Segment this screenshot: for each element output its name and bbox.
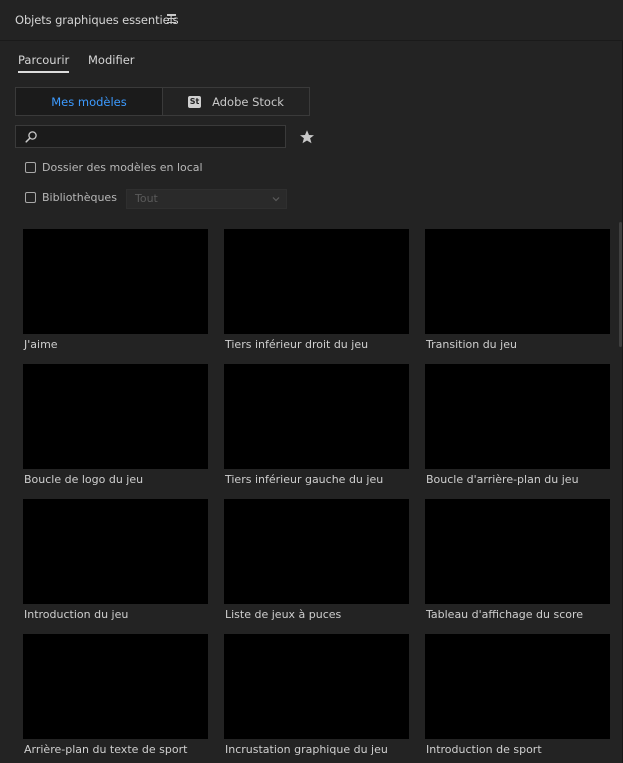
local-folder-filter: Dossier des modèles en local [25,161,203,174]
libraries-label: Bibliothèques [42,191,117,204]
scrollbar[interactable] [619,222,622,347]
template-label: Introduction du jeu [24,608,129,621]
template-thumbnail[interactable] [224,229,409,334]
template-thumbnail[interactable] [425,229,610,334]
template-card[interactable]: Arrière-plan du texte de sport [23,634,208,756]
tab-browse[interactable]: Parcourir [18,53,70,73]
my-templates-label: Mes modèles [51,94,127,109]
template-card[interactable]: Liste de jeux à puces [224,499,409,621]
template-thumbnail[interactable] [23,499,208,604]
search-box [15,125,286,148]
libraries-checkbox[interactable] [25,192,36,203]
template-label: Tiers inférieur droit du jeu [225,338,369,351]
template-thumbnail[interactable] [224,499,409,604]
hamburger-icon[interactable] [167,14,176,24]
libraries-select[interactable]: Tout [126,189,287,209]
template-label: Arrière-plan du texte de sport [24,743,188,756]
template-thumbnail[interactable] [23,634,208,739]
template-thumbnail[interactable] [425,499,610,604]
template-label: J'aime [24,338,58,351]
template-label: Transition du jeu [426,338,517,351]
local-folder-label: Dossier des modèles en local [42,161,203,174]
tab-edit[interactable]: Modifier [88,53,135,67]
libraries-filter: Bibliothèques [25,191,117,204]
essential-graphics-panel: Objets graphiques essentiels Parcourir M… [0,0,623,763]
source-toggle: Mes modèles St Adobe Stock [15,87,310,116]
template-thumbnail[interactable] [425,364,610,469]
template-card[interactable]: Incrustation graphique du jeu [224,634,409,756]
template-card[interactable]: Tiers inférieur droit du jeu [224,229,409,351]
template-thumbnail[interactable] [224,364,409,469]
template-thumbnail[interactable] [23,229,208,334]
template-label: Boucle de logo du jeu [24,473,144,486]
template-label: Tiers inférieur gauche du jeu [225,473,384,486]
search-icon [25,131,37,143]
template-card[interactable]: Introduction du jeu [23,499,208,621]
template-thumbnail[interactable] [23,364,208,469]
template-card[interactable]: Transition du jeu [425,229,610,351]
template-card[interactable]: J'aime [23,229,208,351]
template-label: Tableau d'affichage du score [426,608,584,621]
panel-title: Objets graphiques essentiels [15,13,179,27]
template-label: Liste de jeux à puces [225,608,342,621]
libraries-select-value: Tout [135,192,158,205]
template-label: Introduction de sport [426,743,542,756]
my-templates-button[interactable]: Mes modèles [16,88,163,115]
template-thumbnail[interactable] [224,634,409,739]
panel-header: Objets graphiques essentiels [0,0,623,41]
adobe-stock-button[interactable]: St Adobe Stock [163,88,309,115]
template-card[interactable]: Introduction de sport [425,634,610,756]
template-card[interactable]: Tableau d'affichage du score [425,499,610,621]
local-folder-checkbox[interactable] [25,162,36,173]
template-thumbnail[interactable] [425,634,610,739]
chevron-down-icon [272,197,280,202]
template-card[interactable]: Tiers inférieur gauche du jeu [224,364,409,486]
adobe-stock-icon: St [188,95,202,108]
template-card[interactable]: Boucle d'arrière-plan du jeu [425,364,610,486]
star-icon[interactable] [299,129,315,145]
template-label: Boucle d'arrière-plan du jeu [426,473,579,486]
template-card[interactable]: Boucle de logo du jeu [23,364,208,486]
template-label: Incrustation graphique du jeu [225,743,388,756]
search-input[interactable] [42,128,286,147]
adobe-stock-label: Adobe Stock [212,94,284,109]
